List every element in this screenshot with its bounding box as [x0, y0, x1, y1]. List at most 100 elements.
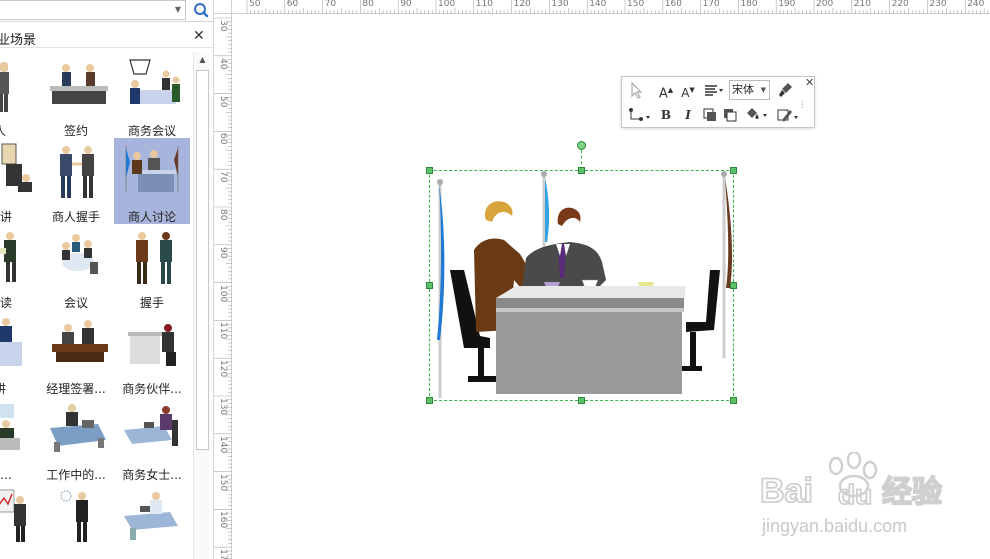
font-shrink-icon[interactable]: A▼ [678, 80, 698, 100]
baidu-jingyan-watermark: Bai du 经验 jingyan.baidu.com [759, 452, 943, 536]
shape-item[interactable] [114, 482, 190, 559]
font-grow-icon[interactable]: A▲ [656, 80, 676, 101]
shape-label: 商务女士... [122, 468, 182, 482]
ruler-tick-label: 100 [218, 284, 228, 302]
search-dropdown-icon[interactable]: ▼ [171, 1, 185, 19]
shape-item[interactable]: 会议 [38, 224, 114, 310]
close-icon[interactable]: ✕ [193, 28, 205, 44]
resize-handle-n[interactable] [578, 167, 585, 174]
horizontal-ruler: 50 60 70 80 90 100 110 120 130 140 150 160 170 180 190… [232, 0, 990, 14]
shape-item[interactable]: 握手 [114, 224, 190, 310]
ruler-tick-label: 70 [218, 171, 228, 183]
shape-item[interactable]: 商人握手 [38, 138, 114, 224]
shape-item[interactable]: 演讲 [0, 138, 38, 224]
ruler-tick-label: 110 [475, 0, 493, 9]
shape-label: 商务伙伴... [122, 382, 182, 396]
shape-label: 电... [0, 468, 12, 482]
shape-label: 会议 [63, 296, 88, 310]
ruler-tick-label: 160 [664, 0, 682, 9]
pointer-icon[interactable] [626, 80, 646, 100]
format-painter-icon[interactable] [776, 80, 796, 100]
ruler-tick-label: 110 [218, 322, 228, 340]
shape-item[interactable]: 工作中的... [38, 396, 114, 482]
shape-item[interactable]: 讲 [0, 310, 38, 396]
ruler-tick-label: 150 [218, 473, 228, 491]
shape-item[interactable]: 阅读 [0, 224, 38, 310]
resize-handle-s[interactable] [578, 397, 585, 404]
connector-icon[interactable] [626, 105, 650, 125]
shape-item[interactable]: 人 [0, 52, 38, 138]
floating-format-toolbar: A▲ A▼ 宋体 ▼ ✕ ⋮ B I [621, 76, 815, 128]
bold-button[interactable]: B [656, 105, 676, 125]
app-window: ▼ 业场景 ✕ 人 签约 商务会议 [0, 0, 990, 559]
shape-item[interactable]: 电... [0, 396, 38, 482]
ruler-tick-label: 60 [286, 0, 299, 9]
selection-box [429, 170, 734, 401]
search-input[interactable] [0, 0, 186, 20]
ruler-tick-label: 120 [218, 360, 228, 378]
shape-label: 签约 [63, 124, 88, 138]
shape-label: 握手 [139, 296, 164, 310]
close-icon[interactable]: ✕ [805, 76, 814, 89]
shape-label: 演讲 [0, 210, 12, 224]
shape-item[interactable] [38, 482, 114, 559]
ruler-tick-label: 190 [778, 0, 796, 9]
shape-label: 商人讨论 [127, 210, 176, 224]
svg-text:Bai: Bai [760, 472, 813, 510]
shape-label: 经理签署... [46, 382, 106, 396]
ruler-tick-label: 60 [218, 133, 228, 145]
ruler-tick-label: 90 [400, 0, 412, 9]
resize-handle-nw[interactable] [426, 167, 433, 174]
ruler-tick-label: 200 [816, 0, 834, 9]
library-header: 业场景 ✕ [0, 26, 213, 48]
shape-item[interactable]: 签约 [38, 52, 114, 138]
ruler-corner [214, 0, 232, 14]
font-family-select[interactable]: 宋体 ▼ [729, 80, 770, 100]
ruler-tick-label: 180 [740, 0, 758, 9]
ruler-tick-label: 80 [218, 209, 228, 221]
shape-label: 商务会议 [127, 124, 176, 138]
search-bar: ▼ [0, 0, 213, 22]
shape-label: 讲 [0, 380, 38, 397]
search-icon[interactable] [190, 0, 212, 20]
resize-handle-se[interactable] [730, 397, 737, 404]
shape-item[interactable]: 经理签署... [38, 310, 114, 396]
shape-item-selected[interactable]: 商人讨论 [114, 138, 190, 224]
ruler-tick-label: 160 [218, 511, 228, 529]
ruler-tick-label: 170 [702, 0, 720, 9]
italic-button[interactable]: I [678, 105, 698, 125]
bring-front-icon[interactable] [700, 105, 720, 125]
ruler-tick-label: 30 [218, 20, 228, 32]
ruler-tick-label: 140 [218, 435, 228, 453]
send-back-icon[interactable] [720, 105, 740, 125]
resize-handle-w[interactable] [426, 282, 433, 289]
ruler-tick-label: 90 [218, 246, 228, 259]
ruler-tick-label: 130 [551, 0, 569, 9]
fill-color-icon[interactable] [742, 105, 770, 125]
rotate-handle[interactable] [577, 141, 586, 150]
shape-label: 商人握手 [51, 210, 100, 224]
line-color-icon[interactable] [774, 105, 802, 125]
resize-handle-e[interactable] [730, 282, 737, 289]
scrollbar-thumb[interactable] [196, 70, 209, 450]
svg-text:du: du [838, 479, 872, 510]
align-icon[interactable] [702, 80, 723, 100]
resize-handle-ne[interactable] [730, 167, 737, 174]
ruler-tick-label: 150 [627, 0, 645, 9]
resize-handle-sw[interactable] [426, 397, 433, 404]
ruler-tick-label: 130 [218, 398, 228, 416]
shape-item[interactable]: 商务会议 [114, 52, 190, 138]
shape-item[interactable]: 商务伙伴... [114, 310, 190, 396]
shape-item[interactable]: 商务女士... [114, 396, 190, 482]
library-scrollbar[interactable]: ▲ [193, 52, 210, 559]
ruler-tick-label: 80 [362, 0, 374, 9]
vertical-ruler: 30 40 50 60 70 80 90 100 110 120 130 140 150 160 170 [214, 14, 232, 559]
ruler-tick-label: 140 [589, 0, 607, 9]
shape-library-panel: ▼ 业场景 ✕ 人 签约 商务会议 [0, 0, 214, 559]
library-title: 业场景 [0, 33, 37, 48]
shape-label: 人 [0, 122, 38, 139]
scroll-up-icon[interactable]: ▲ [194, 52, 211, 68]
shape-item[interactable] [0, 482, 38, 559]
ruler-tick-label: 240 [967, 0, 985, 9]
shape-label: 阅读 [0, 296, 12, 310]
